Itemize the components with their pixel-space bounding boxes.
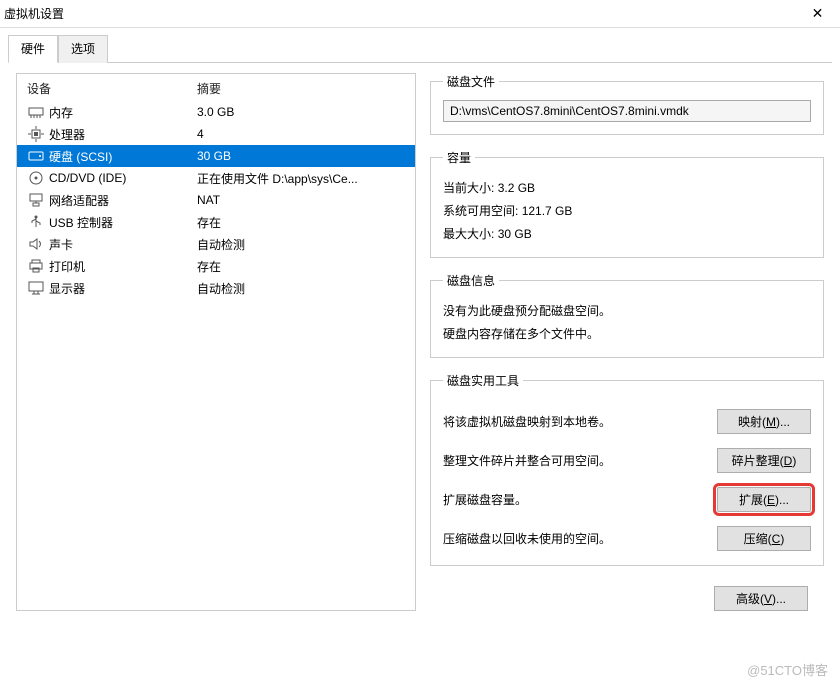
- map-button[interactable]: 映射(M)...: [717, 409, 811, 434]
- device-rows-container: 内存3.0 GB处理器4硬盘 (SCSI)30 GBCD/DVD (IDE)正在…: [17, 101, 415, 299]
- content-area: 设备 摘要 内存3.0 GB处理器4硬盘 (SCSI)30 GBCD/DVD (…: [0, 63, 840, 611]
- device-summary: 存在: [197, 214, 405, 231]
- memory-icon: [27, 104, 45, 120]
- capacity-max-value: 30 GB: [498, 227, 532, 241]
- device-name: 声卡: [49, 236, 197, 253]
- device-summary: 30 GB: [197, 149, 405, 163]
- header-device: 设备: [27, 80, 197, 97]
- capacity-free: 系统可用空间: 121.7 GB: [443, 199, 811, 222]
- advanced-row: 高级(V)...: [430, 580, 824, 611]
- disk-file-legend: 磁盘文件: [443, 73, 499, 90]
- utilities-legend: 磁盘实用工具: [443, 372, 523, 389]
- capacity-group: 容量 当前大小: 3.2 GB 系统可用空间: 121.7 GB 最大大小: 3…: [430, 149, 824, 258]
- device-list-header: 设备 摘要: [17, 80, 415, 101]
- network-icon: [27, 192, 45, 208]
- window-title: 虚拟机设置: [4, 5, 64, 22]
- capacity-legend: 容量: [443, 149, 475, 166]
- capacity-current: 当前大小: 3.2 GB: [443, 176, 811, 199]
- device-row[interactable]: 显示器自动检测: [17, 277, 415, 299]
- device-summary: NAT: [197, 193, 405, 207]
- device-row[interactable]: 内存3.0 GB: [17, 101, 415, 123]
- util-compact-desc: 压缩磁盘以回收未使用的空间。: [443, 530, 707, 547]
- disk-file-group: 磁盘文件: [430, 73, 824, 135]
- close-icon: ✕: [812, 5, 824, 22]
- device-row[interactable]: 硬盘 (SCSI)30 GB: [17, 145, 415, 167]
- disk-info-line1: 没有为此硬盘预分配磁盘空间。: [443, 299, 811, 322]
- util-expand-row: 扩展磁盘容量。 扩展(E)...: [443, 487, 811, 512]
- device-summary: 存在: [197, 258, 405, 275]
- tab-options[interactable]: 选项: [58, 35, 108, 63]
- util-map-row: 将该虚拟机磁盘映射到本地卷。 映射(M)...: [443, 409, 811, 434]
- device-summary: 正在使用文件 D:\app\sys\Ce...: [197, 170, 405, 187]
- tab-strip: 硬件 选项: [0, 28, 840, 62]
- tab-hardware[interactable]: 硬件: [8, 35, 58, 63]
- advanced-button[interactable]: 高级(V)...: [714, 586, 808, 611]
- device-summary: 自动检测: [197, 280, 405, 297]
- util-map-desc: 将该虚拟机磁盘映射到本地卷。: [443, 413, 707, 430]
- display-icon: [27, 280, 45, 296]
- util-expand-desc: 扩展磁盘容量。: [443, 491, 707, 508]
- capacity-max: 最大大小: 30 GB: [443, 222, 811, 245]
- header-summary: 摘要: [197, 80, 221, 97]
- device-name: 硬盘 (SCSI): [49, 148, 197, 165]
- compact-button[interactable]: 压缩(C): [717, 526, 811, 551]
- watermark: @51CTO博客: [747, 660, 828, 679]
- cpu-icon: [27, 126, 45, 142]
- device-name: 内存: [49, 104, 197, 121]
- disk-info-group: 磁盘信息 没有为此硬盘预分配磁盘空间。 硬盘内容存储在多个文件中。: [430, 272, 824, 358]
- device-list-panel: 设备 摘要 内存3.0 GB处理器4硬盘 (SCSI)30 GBCD/DVD (…: [16, 73, 416, 611]
- titlebar: 虚拟机设置 ✕: [0, 0, 840, 28]
- defrag-button[interactable]: 碎片整理(D): [717, 448, 811, 473]
- capacity-current-label: 当前大小:: [443, 181, 494, 195]
- device-summary: 自动检测: [197, 236, 405, 253]
- usb-icon: [27, 214, 45, 230]
- device-name: 显示器: [49, 280, 197, 297]
- util-defrag-row: 整理文件碎片并整合可用空间。 碎片整理(D): [443, 448, 811, 473]
- expand-button[interactable]: 扩展(E)...: [717, 487, 811, 512]
- disk-info-legend: 磁盘信息: [443, 272, 499, 289]
- utilities-group: 磁盘实用工具 将该虚拟机磁盘映射到本地卷。 映射(M)... 整理文件碎片并整合…: [430, 372, 824, 566]
- util-defrag-desc: 整理文件碎片并整合可用空间。: [443, 452, 707, 469]
- device-name: CD/DVD (IDE): [49, 171, 197, 185]
- device-summary: 3.0 GB: [197, 105, 405, 119]
- close-button[interactable]: ✕: [795, 0, 840, 28]
- cd-icon: [27, 170, 45, 186]
- device-row[interactable]: 网络适配器NAT: [17, 189, 415, 211]
- device-name: 网络适配器: [49, 192, 197, 209]
- sound-icon: [27, 236, 45, 252]
- device-row[interactable]: CD/DVD (IDE)正在使用文件 D:\app\sys\Ce...: [17, 167, 415, 189]
- device-name: USB 控制器: [49, 214, 197, 231]
- util-compact-row: 压缩磁盘以回收未使用的空间。 压缩(C): [443, 526, 811, 551]
- device-name: 打印机: [49, 258, 197, 275]
- device-row[interactable]: 声卡自动检测: [17, 233, 415, 255]
- capacity-free-value: 121.7 GB: [522, 204, 573, 218]
- device-name: 处理器: [49, 126, 197, 143]
- capacity-current-value: 3.2 GB: [498, 181, 535, 195]
- device-summary: 4: [197, 127, 405, 141]
- device-row[interactable]: 打印机存在: [17, 255, 415, 277]
- device-row[interactable]: 处理器4: [17, 123, 415, 145]
- device-row[interactable]: USB 控制器存在: [17, 211, 415, 233]
- capacity-max-label: 最大大小:: [443, 227, 494, 241]
- detail-panel: 磁盘文件 容量 当前大小: 3.2 GB 系统可用空间: 121.7 GB 最大…: [430, 73, 824, 611]
- disk-file-input[interactable]: [443, 100, 811, 122]
- disk-icon: [27, 148, 45, 164]
- capacity-free-label: 系统可用空间:: [443, 204, 518, 218]
- disk-info-line2: 硬盘内容存储在多个文件中。: [443, 322, 811, 345]
- printer-icon: [27, 258, 45, 274]
